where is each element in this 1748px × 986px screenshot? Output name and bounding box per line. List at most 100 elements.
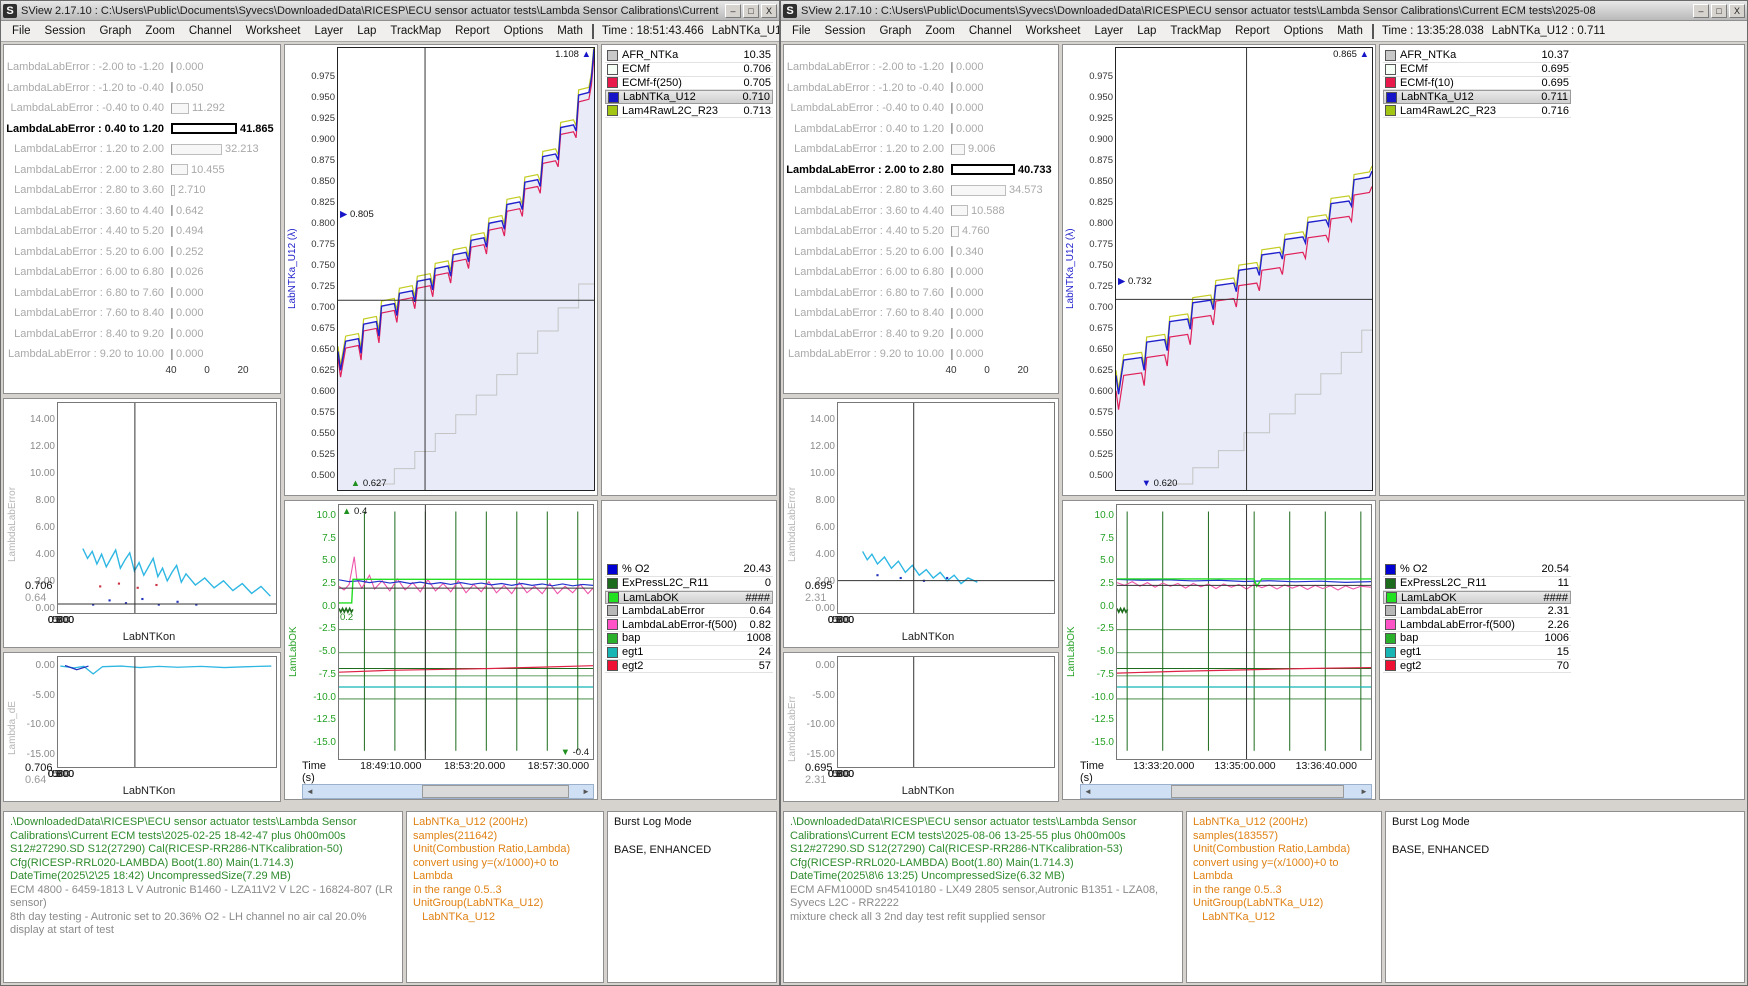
histogram-row[interactable]: LambdaLabError : 2.80 to 3.60 2.710 [4,180,280,201]
menu-item[interactable]: Layer [307,23,350,39]
legend-row[interactable]: LabNTKa_U12 0.710 [605,90,773,104]
legend-row[interactable]: ExPressL2C_R11 0 [605,577,773,591]
scatter-panel[interactable]: LambdaLabError 14.0012.0010.008.006.004.… [3,398,281,648]
legend-row[interactable]: bap 1006 [1383,632,1571,646]
legend-row[interactable]: ECMf-f(250) 0.705 [605,77,773,91]
menu-item[interactable]: TrackMap [383,23,448,39]
menu-item[interactable]: Graph [92,23,138,39]
titlebar-1[interactable]: S SView 2.17.10 : C:\Users\Public\Docume… [1,1,779,21]
menu-item[interactable]: Session [818,23,873,39]
histogram-row[interactable]: LambdaLabError : 7.60 to 8.40 0.000 [784,303,1058,324]
menu-item[interactable]: Report [1228,23,1277,39]
scrollbar-thumb[interactable] [422,785,569,798]
legend-row[interactable]: LambdaLabError-f(500) 2.26 [1383,618,1571,632]
histogram-row[interactable]: LambdaLabError : -0.40 to 0.40 0.000 [784,98,1058,119]
scatter-plot[interactable] [837,402,1055,614]
legend-row[interactable]: LabNTKa_U12 0.711 [1383,90,1571,104]
main-chart-panel[interactable]: LabNTKa_U12 (λ) 0.9750.9500.9250.9000.87… [1062,44,1376,496]
histogram-row[interactable]: LambdaLabError : 4.40 to 5.20 0.494 [4,221,280,242]
menu-item[interactable]: Worksheet [239,23,308,39]
histogram-row[interactable]: LambdaLabError : 9.20 to 10.00 0.000 [784,344,1058,365]
menu-item[interactable]: Worksheet [1019,23,1088,39]
menu-item[interactable]: Options [497,23,551,39]
maximize-button[interactable]: □ [1711,4,1727,18]
legend-row[interactable]: LambdaLabError 2.31 [1383,604,1571,618]
legend-row[interactable]: ECMf 0.695 [1383,63,1571,77]
menu-item[interactable]: Channel [182,23,239,39]
legend-row[interactable]: Lam4RawL2C_R23 0.713 [605,104,773,118]
legend-row[interactable]: LamLabOK #### [605,591,773,605]
menu-item[interactable]: File [785,23,818,39]
main-plot[interactable]: 0.865 ▲ ▶ 0.732 ▼ 0.620 [1115,47,1373,491]
menu-item[interactable]: File [5,23,38,39]
histogram-row[interactable]: LambdaLabError : 2.80 to 3.60 34.573 [784,180,1058,201]
main-chart-panel[interactable]: LabNTKa_U12 (λ) 0.9750.9500.9250.9000.87… [284,44,598,496]
mini-plot[interactable] [837,656,1055,768]
legend-row[interactable]: ECMf 0.706 [605,63,773,77]
menu-item[interactable]: Lap [1130,23,1163,39]
menu-item[interactable]: Options [1277,23,1331,39]
scrollbar-track[interactable] [317,785,579,798]
close-button[interactable]: X [1729,4,1745,18]
scatter-panel[interactable]: LambdaLabError 14.0012.0010.008.006.004.… [783,398,1059,648]
legend-row[interactable]: egt2 70 [1383,660,1571,674]
time-chart-panel[interactable]: LamLabOK 10.07.55.02.50.0-2.5-5.0-7.5-10… [1062,500,1376,800]
histogram-row[interactable]: LambdaLabError : 8.40 to 9.20 0.000 [784,324,1058,345]
time-scrollbar[interactable]: ◄ ► [1080,784,1372,799]
menu-item[interactable]: Zoom [138,23,181,39]
legend-row[interactable]: LamLabOK #### [1383,591,1571,605]
histogram-row[interactable]: LambdaLabError : 9.20 to 10.00 0.000 [4,344,280,365]
histogram-row[interactable]: LambdaLabError : 5.20 to 6.00 0.252 [4,242,280,263]
histogram-row[interactable]: LambdaLabError : -0.40 to 0.40 11.292 [4,98,280,119]
menu-item[interactable]: Math [550,23,590,39]
histogram-row[interactable]: LambdaLabError : 3.60 to 4.40 0.642 [4,201,280,222]
legend-row[interactable]: LambdaLabError-f(500) 0.82 [605,618,773,632]
time-plot[interactable]: ▲ 0.4 0.2 ▼ -0.4 [338,504,594,760]
histogram-row[interactable]: LambdaLabError : -2.00 to -1.20 0.000 [4,57,280,78]
histogram-row[interactable]: LambdaLabError : 0.40 to 1.20 0.000 [784,119,1058,140]
legend-row[interactable]: ExPressL2C_R11 11 [1383,577,1571,591]
scroll-right-icon[interactable]: ► [579,785,593,798]
legend-row[interactable]: ECMf-f(10) 0.695 [1383,77,1571,91]
minimize-button[interactable]: – [725,4,741,18]
histogram-row[interactable]: LambdaLabError : 3.60 to 4.40 10.588 [784,201,1058,222]
histogram-row[interactable]: LambdaLabError : 0.40 to 1.20 41.865 [4,119,280,140]
histogram-row[interactable]: LambdaLabError : 6.80 to 7.60 0.000 [4,283,280,304]
histogram-row[interactable]: LambdaLabError : 5.20 to 6.00 0.340 [784,242,1058,263]
scatter-plot[interactable] [57,402,277,614]
legend-row[interactable]: % O2 20.43 [605,563,773,577]
histogram-row[interactable]: LambdaLabError : 2.00 to 2.80 10.455 [4,160,280,181]
histogram-row[interactable]: LambdaLabError : 8.40 to 9.20 0.000 [4,324,280,345]
maximize-button[interactable]: □ [743,4,759,18]
menu-item[interactable]: Graph [872,23,918,39]
histogram-row[interactable]: LambdaLabError : 7.60 to 8.40 0.000 [4,303,280,324]
menu-item[interactable]: Channel [962,23,1019,39]
legend-row[interactable]: AFR_NTKa 10.35 [605,49,773,63]
scroll-left-icon[interactable]: ◄ [303,785,317,798]
error-histogram-panel[interactable]: LambdaLabError : -2.00 to -1.20 0.000 La… [783,44,1059,394]
legend-row[interactable]: AFR_NTKa 10.37 [1383,49,1571,63]
mini-chart-panel[interactable]: Lambda_dE 0.00-5.00-10.00-15.00 0.706 0.… [3,652,281,802]
titlebar-2[interactable]: S SView 2.17.10 : C:\Users\Public\Docume… [781,1,1747,21]
menu-item[interactable]: Lap [350,23,383,39]
error-histogram-panel[interactable]: LambdaLabError : -2.00 to -1.20 0.000 La… [3,44,281,394]
main-plot[interactable]: 1.108 ▲ ▶ 0.805 ▲ 0.627 [337,47,595,491]
legend-row[interactable]: % O2 20.54 [1383,563,1571,577]
histogram-row[interactable]: LambdaLabError : 6.00 to 6.80 0.000 [784,262,1058,283]
legend-row[interactable]: Lam4RawL2C_R23 0.716 [1383,104,1571,118]
time-plot[interactable] [1116,504,1372,760]
histogram-row[interactable]: LambdaLabError : -2.00 to -1.20 0.000 [784,57,1058,78]
histogram-row[interactable]: LambdaLabError : 4.40 to 5.20 4.760 [784,221,1058,242]
histogram-row[interactable]: LambdaLabError : 6.80 to 7.60 0.000 [784,283,1058,304]
legend-row[interactable]: egt1 15 [1383,646,1571,660]
legend-row[interactable]: LambdaLabError 0.64 [605,604,773,618]
scroll-left-icon[interactable]: ◄ [1081,785,1095,798]
histogram-row[interactable]: LambdaLabError : -1.20 to -0.40 0.050 [4,78,280,99]
menu-item[interactable]: Layer [1087,23,1130,39]
mini-plot[interactable] [57,656,277,768]
histogram-row[interactable]: LambdaLabError : 6.00 to 6.80 0.026 [4,262,280,283]
histogram-row[interactable]: LambdaLabError : -1.20 to -0.40 0.000 [784,78,1058,99]
legend-row[interactable]: bap 1008 [605,632,773,646]
menu-item[interactable]: Report [448,23,497,39]
scroll-right-icon[interactable]: ► [1357,785,1371,798]
